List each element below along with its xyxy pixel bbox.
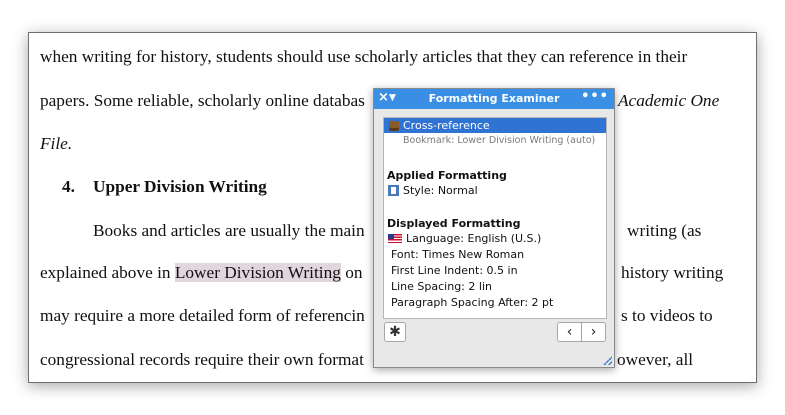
previous-button[interactable]: ‹ [558, 323, 582, 341]
section-heading: Upper Division Writing [93, 177, 267, 196]
body-text-line-3: File. [40, 134, 73, 153]
language-row: Language: English (U.S.) [388, 232, 541, 245]
language-label: Language: English (U.S.) [406, 232, 542, 245]
applied-formatting-heading: Applied Formatting [387, 169, 507, 182]
font-row: Font: Times New Roman [391, 248, 525, 261]
body-text-line-7: may require a more detailed form of refe… [40, 306, 365, 325]
selected-item-cross-reference[interactable]: Cross-reference [384, 118, 606, 133]
gear-icon[interactable]: ✱ [384, 322, 406, 342]
style-label: Style: Normal [403, 184, 478, 197]
body-text-line-1: when writing for history, students shoul… [40, 47, 688, 66]
body-text-line-8-right: owever, all [617, 350, 694, 369]
body-text-line-5: Books and articles are usually the main [93, 221, 365, 240]
bookmark-detail: Bookmark: Lower Division Writing (auto) [403, 135, 596, 146]
displayed-formatting-heading: Displayed Formatting [387, 217, 521, 230]
panel-title: Formatting Examiner [428, 92, 560, 105]
body-text-line-2: papers. Some reliable, scholarly online … [40, 91, 365, 110]
body-text-line-6: explained above in Lower Division Writin… [40, 263, 362, 283]
first-line-indent-row: First Line Indent: 0.5 in [391, 264, 518, 277]
us-flag-icon [388, 234, 402, 243]
resize-grip-icon[interactable] [602, 355, 612, 365]
formatting-details-list[interactable]: Cross-reference Bookmark: Lower Division… [383, 117, 607, 319]
body-text-line-7-right: s to videos to [621, 306, 713, 325]
paragraph-style-icon [388, 185, 399, 196]
navigation-buttons: ‹ › [557, 322, 606, 342]
panel-title-bar[interactable]: × ▼ Formatting Examiner ••• [374, 89, 614, 109]
paragraph-spacing-row: Paragraph Spacing After: 2 pt [391, 296, 554, 309]
next-button[interactable]: › [582, 323, 605, 341]
body-text-line-5-right: writing (as [627, 221, 702, 240]
line-6-trail: on [340, 263, 363, 282]
style-row: Style: Normal [388, 184, 478, 197]
line-6-lead: explained above in [40, 263, 175, 282]
formatting-examiner-panel: × ▼ Formatting Examiner ••• Cross-refere… [373, 88, 615, 368]
line-spacing-row: Line Spacing: 2 lin [391, 280, 492, 293]
selected-item-label: Cross-reference [403, 119, 490, 132]
cross-reference-field[interactable]: Lower Division Writing [174, 263, 341, 282]
cross-reference-icon [389, 120, 399, 131]
more-options-icon[interactable]: ••• [581, 89, 609, 104]
body-text-line-8: congressional records require their own … [40, 350, 364, 369]
heading-number: 4. [62, 177, 75, 196]
body-text-italic-title: Academic One [618, 91, 720, 110]
body-text-line-6-right: history writing [621, 263, 724, 282]
